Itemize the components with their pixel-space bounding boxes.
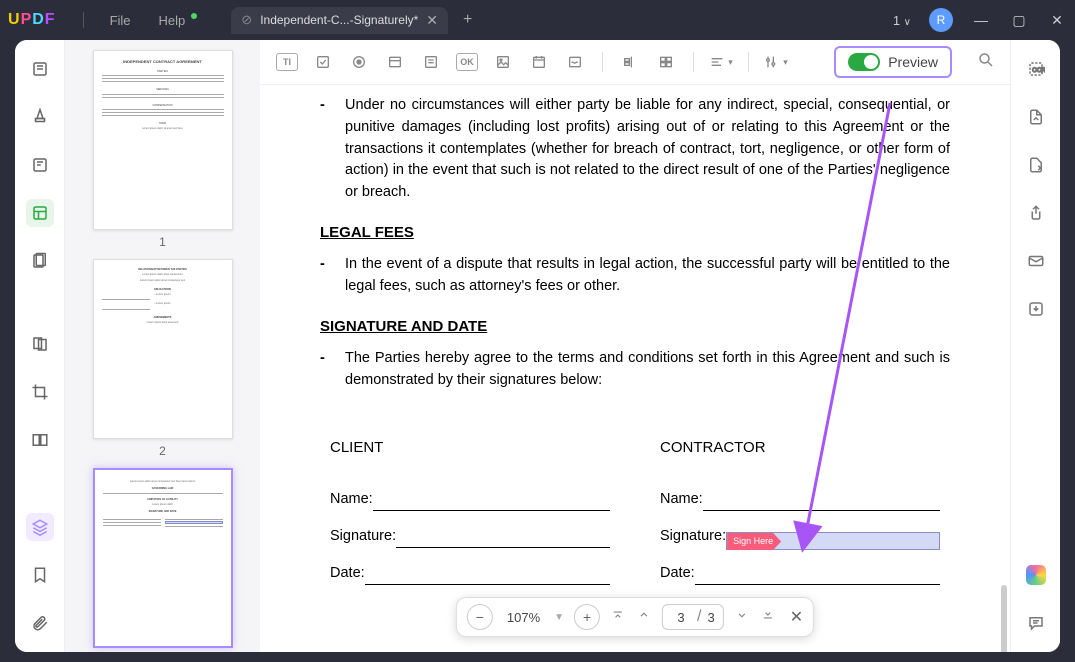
email-tool[interactable] [1022,247,1050,275]
edit-tool[interactable] [26,151,54,179]
date-field[interactable] [695,571,940,585]
distribute-tool[interactable] [654,50,678,74]
right-toolbar: OCR [1010,40,1060,652]
client-header: CLIENT [330,437,610,460]
bullet: - [320,95,345,204]
comment-tool[interactable] [1022,609,1050,637]
document-tab[interactable]: ⊘ Independent-C...-Signaturely* ✕ [231,7,448,34]
preview-toggle[interactable] [848,53,880,71]
bookmark-tool[interactable] [26,561,54,589]
form-toolbar: TI OK ▾ ▾ Preview [260,40,1010,85]
page-thumbnail-3[interactable]: Lorem ipsum dolor amet consectetur text … [93,468,233,648]
ocr-tool[interactable]: OCR [1022,55,1050,83]
bullet: - [320,348,345,392]
name-field[interactable] [703,497,940,511]
signature-form-field[interactable]: Sign Here [726,532,940,550]
properties-tool[interactable]: ▾ [764,50,788,74]
next-page-button[interactable] [734,608,750,627]
first-page-button[interactable] [610,608,626,627]
prev-page-button[interactable] [636,608,652,627]
thumbnails-panel: INDEPENDENT CONTRACT AGREEMENT PARTIES S… [65,40,260,652]
user-avatar[interactable]: R [929,8,953,32]
checkbox-tool[interactable] [311,50,335,74]
layers-tool[interactable] [26,513,54,541]
heading-signature: SIGNATURE AND DATE [320,316,950,339]
attachment-tool[interactable] [26,609,54,637]
listbox-tool[interactable] [419,50,443,74]
highlight-tool[interactable] [26,103,54,131]
tab-close-button[interactable]: ✕ [426,12,438,29]
left-toolbar [15,40,65,652]
crop-tool[interactable] [26,378,54,406]
contractor-column: CONTRACTOR Name: Signature: Sign Here Da… [660,437,940,600]
preview-label: Preview [888,54,938,70]
page-input-wrap: / 3 [662,604,724,630]
organize-tool[interactable] [26,247,54,275]
export-tool[interactable] [1022,151,1050,179]
dropdown-tool[interactable] [383,50,407,74]
reader-tool[interactable] [26,55,54,83]
date-field[interactable] [365,571,610,585]
file-menu[interactable]: File [110,13,131,28]
signature-field[interactable] [396,534,610,548]
zoom-in-button[interactable]: + [574,604,600,630]
minimize-button[interactable]: — [971,12,991,28]
image-tool[interactable] [491,50,515,74]
zoom-bar: − 107% ▼ + / 3 ✕ [456,597,814,637]
button-tool[interactable]: OK [455,50,479,74]
titlebar: UPDF File Help ⊘ Independent-C...-Signat… [0,0,1075,40]
thumb-number: 2 [75,444,250,458]
paragraph: The Parties hereby agree to the terms an… [345,348,950,392]
help-menu[interactable]: Help [159,13,198,28]
page-thumbnail-2[interactable]: RELATIONSHIP BETWEEN THE PARTIES Lorem i… [93,259,233,439]
ai-tool[interactable] [1022,561,1050,589]
zoom-value: 107% [503,610,544,625]
app-logo: UPDF [8,11,56,29]
compare-tool[interactable] [26,426,54,454]
form-tool[interactable] [26,199,54,227]
paragraph: Under no circumstances will either party… [345,95,950,204]
search-icon[interactable] [977,51,995,74]
heading-legal-fees: LEGAL FEES [320,222,950,245]
page-input[interactable] [671,610,691,625]
page-total: 3 [707,610,714,625]
bullet: - [320,254,345,298]
page-thumbnail-1[interactable]: INDEPENDENT CONTRACT AGREEMENT PARTIES S… [93,50,233,230]
paragraph: In the event of a dispute that results i… [345,254,950,298]
align-tool[interactable] [618,50,642,74]
signature-tool[interactable] [563,50,587,74]
zoom-dropdown[interactable]: ▼ [554,612,564,623]
share-tool[interactable] [1022,199,1050,227]
svg-text:OCR: OCR [1032,68,1045,74]
maximize-button[interactable]: ▢ [1009,12,1029,29]
name-field[interactable] [373,497,610,511]
sign-here-tag: Sign Here [727,533,781,551]
text-field-tool[interactable]: TI [275,50,299,74]
history-dropdown[interactable]: 1 ∨ [893,13,911,28]
save-tool[interactable] [1022,295,1050,323]
contractor-header: CONTRACTOR [660,437,940,460]
new-tab-button[interactable]: + [463,11,472,29]
thumb-number: 1 [75,235,250,249]
date-tool[interactable] [527,50,551,74]
scrollbar-thumb[interactable] [1001,585,1007,652]
document-scroll[interactable]: - Under no circumstances will either par… [260,85,1010,652]
app-body: INDEPENDENT CONTRACT AGREEMENT PARTIES S… [15,40,1060,652]
radio-tool[interactable] [347,50,371,74]
client-column: CLIENT Name: Signature: Date: [330,437,610,600]
close-button[interactable]: ✕ [1047,12,1067,29]
redact-tool[interactable] [26,330,54,358]
preview-toggle-box: Preview [834,46,952,78]
tab-title: Independent-C...-Signaturely* [260,13,418,27]
main-area: TI OK ▾ ▾ Preview [260,40,1010,652]
align-dropdown[interactable]: ▾ [709,50,733,74]
last-page-button[interactable] [760,608,776,627]
separator [83,12,84,28]
zoom-out-button[interactable]: − [467,604,493,630]
close-bar-button[interactable]: ✕ [790,607,803,627]
document-icon: ⊘ [241,12,252,28]
convert-tool[interactable] [1022,103,1050,131]
